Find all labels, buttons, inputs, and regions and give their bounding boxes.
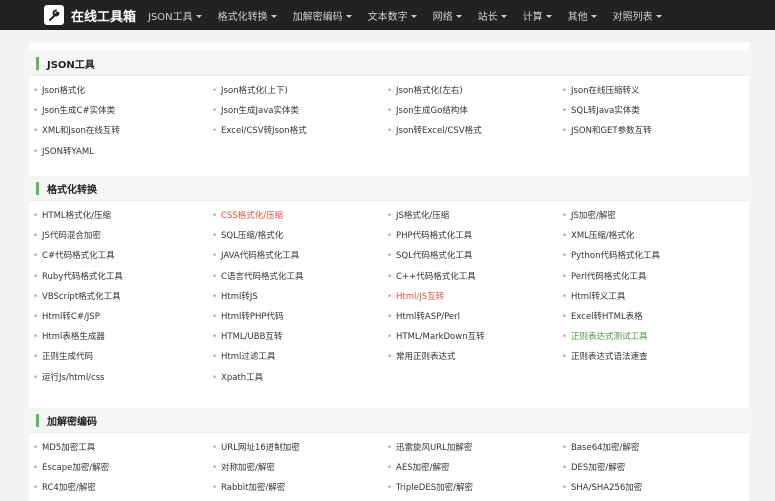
section-title: 格式化转换: [47, 185, 97, 196]
tool-link[interactable]: DES加密/解密: [562, 462, 625, 474]
nav-item[interactable]: 网络: [433, 8, 462, 23]
tool-link[interactable]: Json格式化: [33, 85, 85, 97]
tool-link[interactable]: CSS格式化/压缩: [212, 210, 283, 222]
tool-link[interactable]: SHA/SHA256加密: [562, 482, 642, 494]
tool-link[interactable]: Html转C#/JSP: [33, 311, 100, 323]
tool-link[interactable]: Base64加密/解密: [562, 442, 639, 454]
tool-link[interactable]: Perl代码格式化工具: [562, 271, 646, 283]
caret-down-icon: [590, 15, 597, 18]
tool-link[interactable]: Rabbit加密/解密: [212, 482, 285, 494]
section-accent-bar: [36, 182, 39, 195]
tool-link[interactable]: RC4加密/解密: [33, 482, 96, 494]
tool-link[interactable]: Html转义工具: [562, 291, 625, 303]
tool-link[interactable]: HTML格式化/压缩: [33, 210, 111, 222]
tool-link[interactable]: Ruby代码格式化工具: [33, 271, 123, 283]
nav-item[interactable]: 站长: [478, 8, 507, 23]
tool-link[interactable]: Json生成C#实体类: [33, 105, 115, 117]
tool-link[interactable]: 运行Js/html/css: [33, 372, 105, 384]
tool-link[interactable]: SQL代码格式化工具: [387, 250, 472, 262]
caret-down-icon: [270, 15, 277, 18]
tool-link[interactable]: Html/JS互转: [387, 291, 444, 303]
caret-down-icon: [455, 15, 462, 18]
section-header: JSON工具: [29, 51, 749, 76]
tool-link[interactable]: TripleDES加密/解密: [387, 482, 473, 494]
nav-item[interactable]: 对照列表: [613, 8, 662, 23]
caret-down-icon: [500, 15, 507, 18]
tool-link[interactable]: Json格式化(左右): [387, 85, 463, 97]
tool-link[interactable]: Html转PHP代码: [212, 311, 284, 323]
tool-link[interactable]: PHP代码格式化工具: [387, 230, 472, 242]
tool-link[interactable]: JS加密/解密: [562, 210, 616, 222]
tool-link[interactable]: XML压缩/格式化: [562, 230, 634, 242]
tool-directory: JSON工具 Json格式化 Json格式化(上下) Json格式化(左右) Json在…: [29, 43, 749, 501]
tool-link[interactable]: Json转Excel/CSV格式: [387, 125, 482, 137]
caret-down-icon: [410, 15, 417, 18]
tool-link[interactable]: Json格式化(上下): [212, 85, 288, 97]
tool-link[interactable]: Html转ASP/Perl: [387, 311, 460, 323]
section-header: 格式化转换: [29, 176, 749, 201]
tool-link[interactable]: Json生成Go结构体: [387, 105, 468, 117]
tool-link[interactable]: Python代码格式化工具: [562, 250, 660, 262]
section-title: JSON工具: [47, 60, 95, 71]
tool-link[interactable]: SQL转Java实体类: [562, 105, 640, 117]
main-nav: JSON工具 格式化转换 加解密编码 文本数字 网络 站长 计算 其他 对照列表: [148, 0, 678, 30]
tool-link[interactable]: XML和Json在线互转: [33, 125, 120, 137]
tool-link[interactable]: Excel转HTML表格: [562, 311, 643, 323]
brand[interactable]: 在线工具箱: [44, 5, 136, 25]
tool-link[interactable]: 对称加密/解密: [212, 462, 275, 474]
top-navbar: 在线工具箱 JSON工具 格式化转换 加解密编码 文本数字 网络 站长 计算 其他 对照列表: [0, 0, 775, 30]
brand-title: 在线工具箱: [71, 9, 137, 25]
caret-down-icon: [195, 15, 202, 18]
tool-link[interactable]: Html转JS: [212, 291, 258, 303]
tool-link[interactable]: HTML/MarkDown互转: [387, 331, 485, 343]
caret-down-icon: [655, 15, 662, 18]
tool-link[interactable]: Html表格生成器: [33, 331, 105, 343]
nav-item[interactable]: 其他: [568, 8, 597, 23]
wrench-icon: [44, 5, 64, 25]
caret-down-icon: [545, 15, 552, 18]
tool-link[interactable]: VBScript格式化工具: [33, 291, 121, 303]
tool-link[interactable]: JS代码混合加密: [33, 230, 101, 242]
tool-link[interactable]: 正则生成代码: [33, 351, 93, 363]
tool-link[interactable]: Xpath工具: [212, 372, 263, 384]
section-title: 加解密编码: [47, 417, 97, 428]
tool-link[interactable]: Json生成Java实体类: [212, 105, 299, 117]
tool-link[interactable]: AES加密/解密: [387, 462, 449, 474]
tool-link[interactable]: URL网址16进制加密: [212, 442, 300, 454]
tool-link[interactable]: 迅雷旋风URL加解密: [387, 442, 472, 454]
nav-item[interactable]: JSON工具: [148, 8, 202, 23]
tool-link[interactable]: SQL压缩/格式化: [212, 230, 283, 242]
section-accent-bar: [36, 57, 39, 70]
tool-link[interactable]: 常用正则表达式: [387, 351, 456, 363]
tool-link[interactable]: JSON和GET参数互转: [562, 125, 652, 137]
tool-link[interactable]: JSON转YAML: [33, 146, 94, 158]
tool-link[interactable]: Html过滤工具: [212, 351, 275, 363]
tool-link[interactable]: HTML/UBB互转: [212, 331, 282, 343]
tool-link[interactable]: Json在线压缩转义: [562, 85, 640, 97]
nav-item[interactable]: 加解密编码: [293, 8, 352, 23]
tool-link[interactable]: 正则表达式语法速查: [562, 351, 648, 363]
tool-link[interactable]: MD5加密工具: [33, 442, 95, 454]
tool-link[interactable]: Escape加密/解密: [33, 462, 109, 474]
caret-down-icon: [345, 15, 352, 18]
tool-link[interactable]: JS格式化/压缩: [387, 210, 449, 222]
tool-link[interactable]: C#代码格式化工具: [33, 250, 115, 262]
nav-item[interactable]: 文本数字: [368, 8, 417, 23]
section-header: 加解密编码: [29, 408, 749, 433]
tool-link[interactable]: Excel/CSV转Json格式: [212, 125, 307, 137]
tool-link[interactable]: C++代码格式化工具: [387, 271, 476, 283]
nav-item[interactable]: 计算: [523, 8, 552, 23]
tool-link[interactable]: 正则表达式测试工具: [562, 331, 648, 343]
section-accent-bar: [36, 414, 39, 427]
tool-link[interactable]: JAVA代码格式化工具: [212, 250, 299, 262]
nav-item[interactable]: 格式化转换: [218, 8, 277, 23]
tool-link[interactable]: C语言代码格式化工具: [212, 271, 303, 283]
